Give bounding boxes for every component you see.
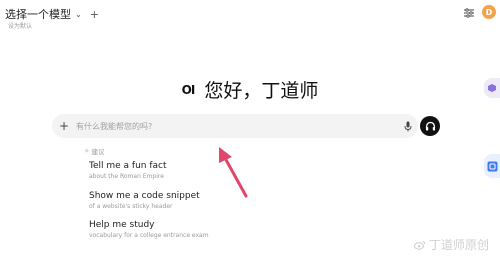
model-selector[interactable]: 选择一个模型 ⌄ + bbox=[5, 6, 99, 22]
model-selector-label: 选择一个模型 bbox=[5, 8, 71, 21]
suggestion-item[interactable]: Show me a code snippet of a website's st… bbox=[89, 191, 200, 210]
suggestion-item[interactable]: Help me study vocabulary for a college e… bbox=[89, 220, 209, 239]
avatar[interactable]: D bbox=[482, 5, 496, 19]
weibo-icon bbox=[414, 240, 426, 250]
attach-plus-button[interactable]: + bbox=[52, 119, 76, 133]
suggestion-subtitle: about the Roman Empire bbox=[89, 173, 164, 180]
suggestion-item[interactable]: Tell me a fun fact about the Roman Empir… bbox=[89, 161, 167, 180]
greeting-text: 您好，丁道师 bbox=[204, 80, 319, 102]
avatar-letter: D bbox=[485, 7, 493, 17]
settings-sliders-icon[interactable] bbox=[463, 7, 475, 19]
set-default-link[interactable]: 设为默认 bbox=[8, 21, 32, 30]
greeting: OI 您好，丁道师 bbox=[0, 76, 500, 103]
suggestion-title: Help me study bbox=[89, 220, 155, 230]
suggestion-subtitle: vocabulary for a college entrance exam bbox=[89, 232, 209, 239]
suggestion-title: Tell me a fun fact bbox=[89, 161, 167, 171]
suggestion-title: Show me a code snippet bbox=[89, 191, 200, 201]
add-model-icon[interactable]: + bbox=[90, 8, 99, 21]
top-bar: 选择一个模型 ⌄ + 设为默认 D bbox=[0, 0, 500, 34]
translate-icon bbox=[487, 161, 497, 171]
suggestion-subtitle: of a website's sticky header bbox=[89, 203, 173, 210]
voice-mode-button[interactable] bbox=[420, 116, 440, 136]
watermark-text: 丁道师原创 bbox=[429, 238, 490, 252]
watermark: 丁道师原创 bbox=[414, 236, 489, 253]
side-translate-tab[interactable] bbox=[484, 154, 500, 178]
headphones-icon bbox=[425, 121, 435, 130]
suggestions-header-label: 建议 bbox=[91, 148, 105, 156]
chevron-down-icon: ⌄ bbox=[75, 9, 82, 19]
sparkle-icon: ✧ bbox=[84, 147, 90, 155]
mic-icon[interactable] bbox=[398, 121, 418, 132]
app-logo: OI bbox=[181, 82, 196, 97]
chat-input[interactable] bbox=[76, 121, 398, 131]
chat-input-bar: + bbox=[52, 114, 418, 138]
suggestions-header: ✧ 建议 bbox=[84, 146, 104, 156]
